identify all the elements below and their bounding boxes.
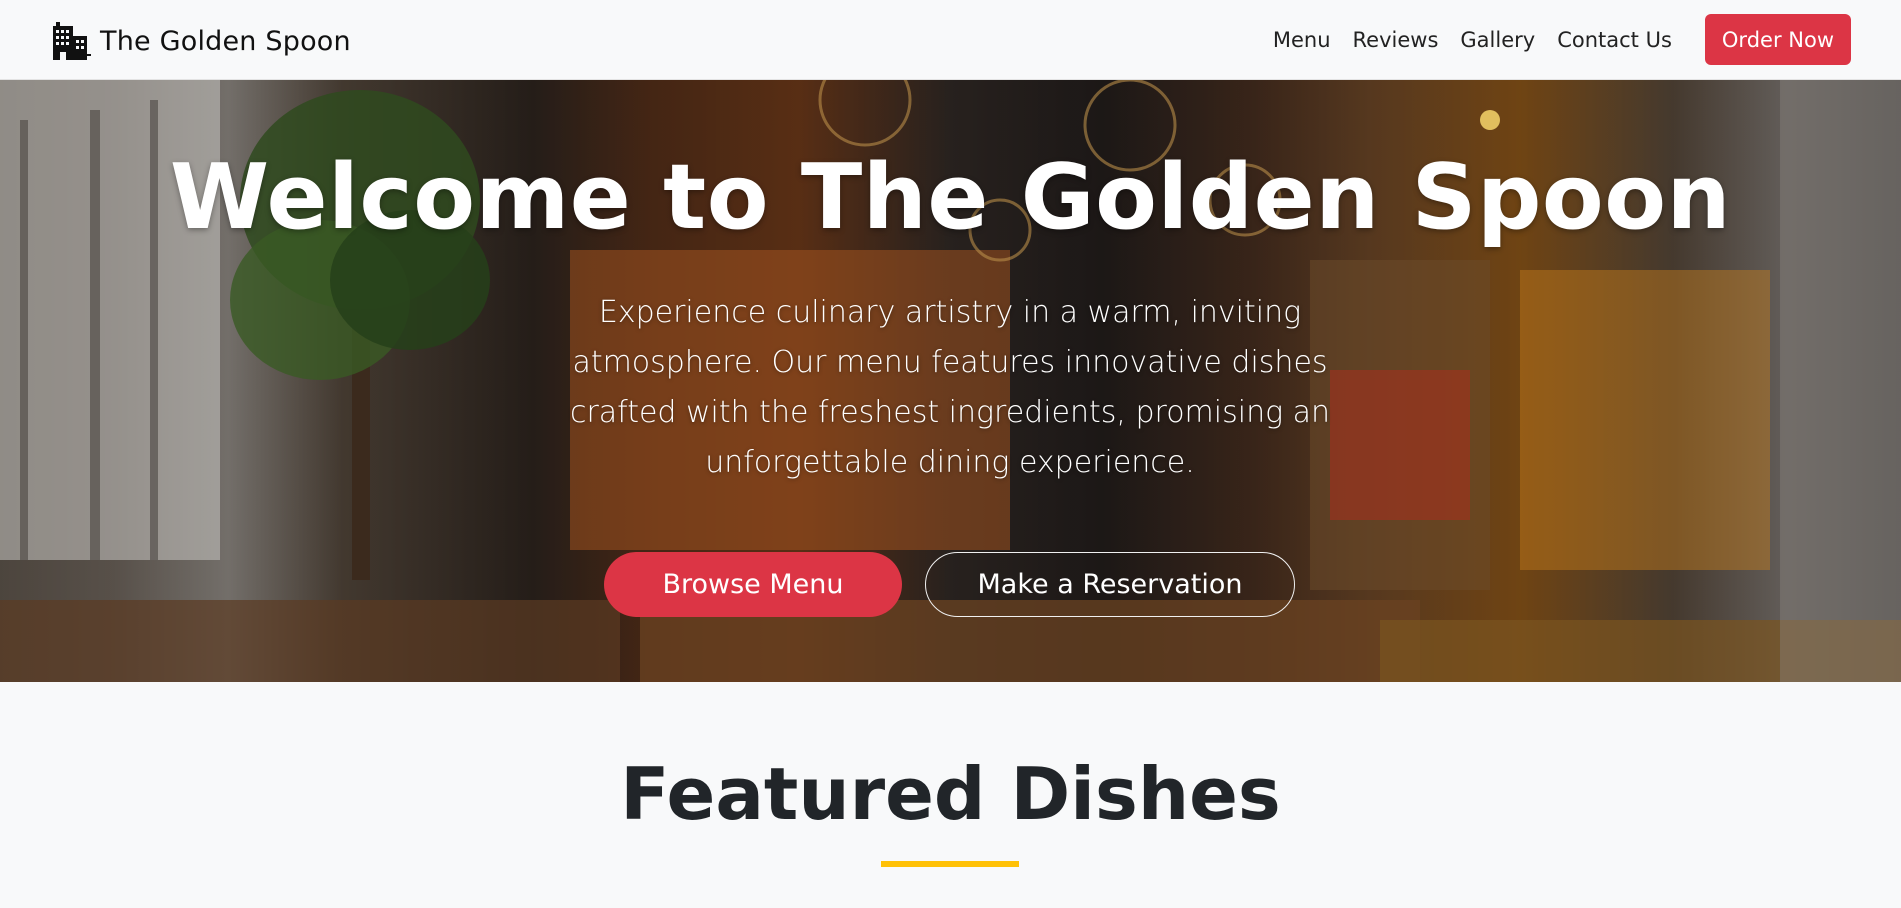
nav-link-reviews[interactable]: Reviews [1353,28,1439,52]
hero-section: Welcome to The Golden Spoon Experience c… [0,80,1901,682]
nav-links: Menu Reviews Gallery Contact Us Order No… [1251,14,1851,65]
brand-name: The Golden Spoon [100,25,351,57]
brand-link[interactable]: The Golden Spoon [50,20,351,62]
building-icon [50,20,92,62]
browse-menu-button[interactable]: Browse Menu [604,552,902,617]
heading-underline [881,861,1019,867]
hero-description: Experience culinary artistry in a warm, … [569,295,1331,480]
nav-link-contact[interactable]: Contact Us [1557,28,1672,52]
featured-dishes-heading: Featured Dishes [620,752,1281,836]
make-reservation-button[interactable]: Make a Reservation [925,552,1295,617]
hero-title: Welcome to The Golden Spoon [169,145,1732,250]
nav-link-gallery[interactable]: Gallery [1460,28,1535,52]
hero-content: Welcome to The Golden Spoon Experience c… [0,80,1901,682]
navbar: The Golden Spoon Menu Reviews Gallery Co… [0,0,1901,80]
nav-link-menu[interactable]: Menu [1273,28,1331,52]
order-now-button[interactable]: Order Now [1704,14,1851,65]
